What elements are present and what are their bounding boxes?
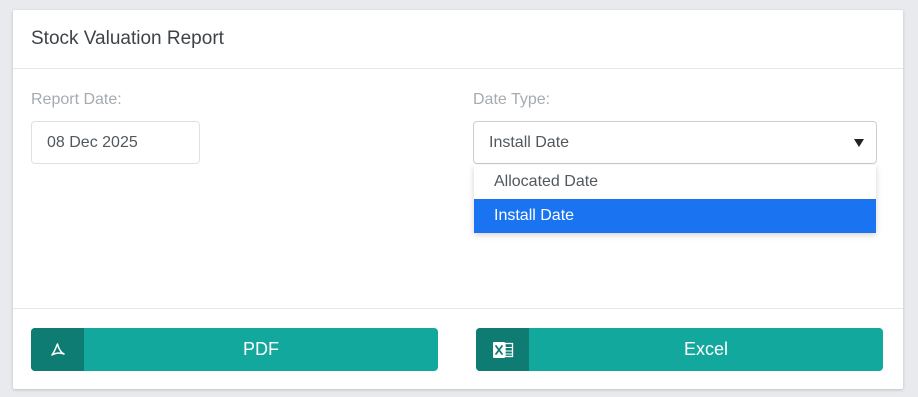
- report-card: Stock Valuation Report Report Date: Date…: [13, 10, 903, 389]
- date-type-select[interactable]: Install Date: [473, 121, 877, 164]
- date-type-label: Date Type:: [473, 91, 551, 108]
- pdf-icon: [50, 342, 65, 356]
- excel-icon: [492, 341, 513, 358]
- card-header: Stock Valuation Report: [13, 10, 903, 69]
- date-type-selected-value: Install Date: [489, 133, 570, 151]
- excel-button-label: Excel: [683, 339, 728, 359]
- option-allocated-date[interactable]: Allocated Date: [474, 165, 876, 199]
- caret-down-icon: [854, 138, 864, 147]
- report-date-input[interactable]: [32, 122, 199, 163]
- card-footer-divider: [13, 308, 903, 309]
- excel-icon-box: [476, 328, 529, 371]
- date-type-dropdown: Allocated Date Install Date: [474, 165, 876, 233]
- excel-button[interactable]: Excel: [476, 328, 883, 371]
- pdf-button[interactable]: PDF: [31, 328, 438, 371]
- report-date-picker: [31, 121, 200, 164]
- pdf-icon-box: [31, 328, 84, 371]
- report-date-label: Report Date:: [31, 91, 122, 108]
- pdf-button-label: PDF: [243, 339, 279, 359]
- page-title: Stock Valuation Report: [31, 28, 224, 49]
- option-install-date[interactable]: Install Date: [474, 199, 876, 233]
